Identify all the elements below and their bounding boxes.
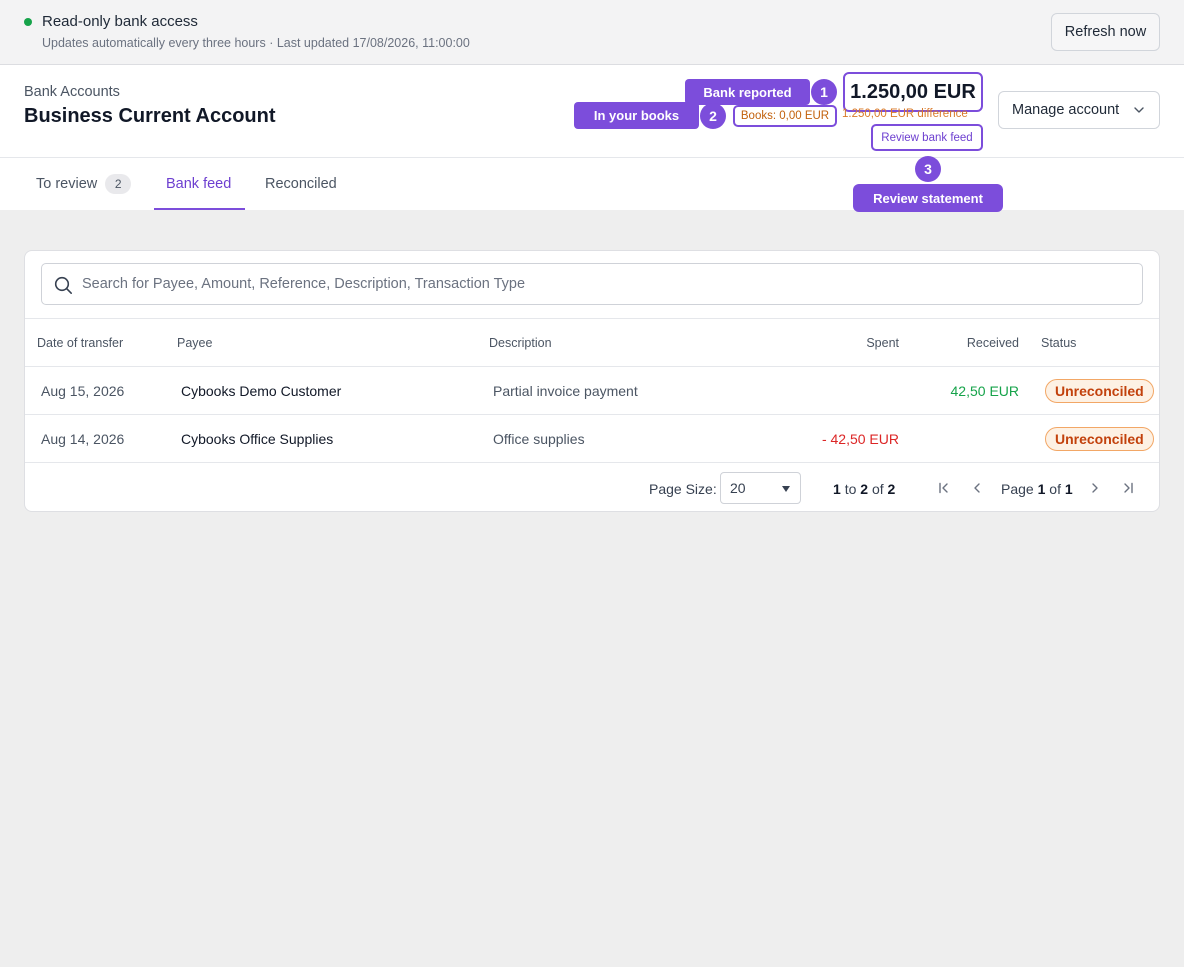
callout-number-1: 1 bbox=[811, 79, 837, 105]
row-description: Office supplies bbox=[493, 431, 585, 447]
first-page-button[interactable] bbox=[934, 478, 954, 498]
tab-to-review[interactable]: To review 2 bbox=[36, 158, 132, 210]
row-date: Aug 14, 2026 bbox=[41, 431, 125, 447]
chevron-left-icon bbox=[974, 483, 980, 493]
column-header-payee[interactable]: Payee bbox=[177, 336, 212, 350]
range-of-word: of bbox=[871, 481, 884, 497]
next-page-button[interactable] bbox=[1085, 478, 1105, 498]
column-header-description[interactable]: Description bbox=[489, 336, 552, 350]
balance-difference: 1.250,00 EUR difference bbox=[842, 108, 968, 120]
tab-bank-feed[interactable]: Bank feed bbox=[166, 158, 231, 210]
row-received: 42,50 EUR bbox=[950, 383, 1019, 399]
status-subtitle: Updates automatically every three hours … bbox=[42, 36, 470, 50]
page-title: Business Current Account bbox=[24, 105, 276, 127]
table-row[interactable]: Aug 14, 2026 Cybooks Office Supplies Off… bbox=[25, 415, 1159, 463]
page-size-select[interactable]: 20 bbox=[720, 472, 801, 504]
range-from: 1 bbox=[833, 481, 841, 497]
range-to-word: to bbox=[844, 481, 857, 497]
search-box bbox=[41, 263, 1143, 305]
callout-number-2: 2 bbox=[700, 103, 726, 129]
page-size-label: Page Size: bbox=[649, 481, 717, 497]
row-payee: Cybooks Office Supplies bbox=[181, 431, 334, 447]
page-indicator: Page 1 of 1 bbox=[1001, 481, 1073, 497]
active-tab-indicator bbox=[154, 208, 245, 210]
last-page-button[interactable] bbox=[1118, 478, 1138, 498]
table-header: Date of transfer Payee Description Spent… bbox=[25, 318, 1159, 367]
first-page-icon bbox=[939, 482, 948, 494]
page-range: 1 to 2 of 2 bbox=[833, 481, 895, 497]
range-to: 2 bbox=[860, 481, 869, 497]
table-row[interactable]: Aug 15, 2026 Cybooks Demo Customer Parti… bbox=[25, 367, 1159, 415]
column-header-spent[interactable]: Spent bbox=[866, 336, 899, 350]
connection-status-dot bbox=[24, 18, 32, 26]
status-bar: Read-only bank access Updates automatica… bbox=[0, 0, 1184, 65]
row-spent: - 42,50 EUR bbox=[821, 431, 899, 447]
status-badge: Unreconciled bbox=[1045, 427, 1154, 451]
page-of-word: of bbox=[1049, 481, 1061, 497]
last-page-icon bbox=[1124, 482, 1133, 494]
chevron-right-icon bbox=[1092, 483, 1098, 493]
page-word: Page bbox=[1001, 481, 1034, 497]
column-header-date[interactable]: Date of transfer bbox=[37, 336, 123, 350]
page-current: 1 bbox=[1037, 481, 1046, 497]
tab-reconciled[interactable]: Reconciled bbox=[265, 158, 337, 210]
range-total: 2 bbox=[887, 481, 896, 497]
tab-to-review-label: To review bbox=[36, 176, 98, 192]
chevron-down-icon bbox=[1134, 107, 1144, 113]
callout-bank-reported: Bank reported bbox=[685, 79, 810, 105]
bank-reported-balance: 1.250,00 EUR bbox=[843, 72, 983, 112]
page-total: 1 bbox=[1064, 481, 1073, 497]
page-size-value: 20 bbox=[730, 480, 746, 496]
tab-reconciled-label: Reconciled bbox=[265, 176, 337, 192]
callout-review-statement: Review statement bbox=[853, 184, 1003, 212]
search-input[interactable] bbox=[82, 264, 1132, 304]
review-bank-feed-link[interactable]: Review bank feed bbox=[871, 124, 983, 151]
status-badge: Unreconciled bbox=[1045, 379, 1154, 403]
breadcrumb[interactable]: Bank Accounts bbox=[24, 84, 120, 100]
tab-bar: To review 2 Bank feed Reconciled bbox=[0, 158, 1184, 210]
row-description: Partial invoice payment bbox=[493, 383, 638, 399]
callout-in-your-books: In your books bbox=[574, 102, 699, 129]
row-payee: Cybooks Demo Customer bbox=[181, 383, 342, 399]
callout-number-3: 3 bbox=[915, 156, 941, 182]
search-icon bbox=[54, 276, 73, 295]
column-header-received[interactable]: Received bbox=[967, 336, 1019, 350]
to-review-count-badge: 2 bbox=[105, 174, 132, 194]
manage-account-button[interactable]: Manage account bbox=[998, 91, 1160, 129]
column-header-status[interactable]: Status bbox=[1041, 336, 1076, 350]
caret-down-icon bbox=[782, 486, 790, 492]
refresh-button[interactable]: Refresh now bbox=[1051, 13, 1160, 51]
tab-bank-feed-label: Bank feed bbox=[166, 176, 232, 192]
status-title: Read-only bank access bbox=[42, 13, 198, 30]
manage-account-label: Manage account bbox=[1012, 102, 1120, 118]
previous-page-button[interactable] bbox=[967, 478, 987, 498]
books-balance: Books: 0,00 EUR bbox=[733, 105, 837, 127]
transactions-card: Date of transfer Payee Description Spent… bbox=[24, 250, 1160, 512]
row-date: Aug 15, 2026 bbox=[41, 383, 125, 399]
pagination: Page Size: 20 1 to 2 of 2 Page 1 of 1 bbox=[25, 464, 1159, 511]
